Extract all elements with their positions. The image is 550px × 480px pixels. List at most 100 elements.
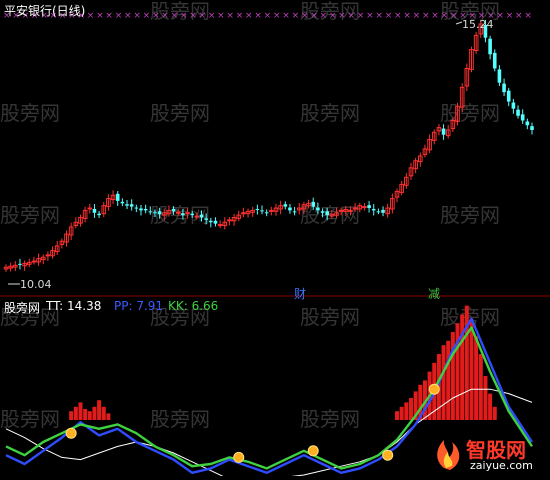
signal-x-mark: × <box>161 11 169 21</box>
candle-body-down <box>488 38 492 55</box>
watermark-text: 股旁网 <box>150 407 210 431</box>
signal-x-mark: × <box>496 11 504 21</box>
indicator-bar <box>483 376 488 420</box>
event-marker-finance: 财 <box>294 287 307 301</box>
candle-body-down <box>120 201 125 204</box>
signal-dot <box>428 383 440 395</box>
indicator-bar <box>395 411 400 420</box>
candle-body-down <box>18 263 22 265</box>
signal-x-mark: × <box>124 11 132 21</box>
candle-body-up <box>31 260 37 263</box>
signal-x-mark: × <box>320 11 328 21</box>
signal-x-mark: × <box>394 11 402 21</box>
signal-x-mark: × <box>524 11 532 21</box>
candle-body-down <box>530 126 534 130</box>
high-price-label: 15.24 <box>462 18 494 31</box>
candle-body-up <box>241 212 246 215</box>
indicator-bar <box>69 411 74 420</box>
candle-body-down <box>153 212 157 214</box>
candle-body-down <box>209 220 213 223</box>
chart-canvas: 股旁网 股旁网 股旁网股旁网 股旁网 股旁网 股旁网股旁网 股旁网 股旁网 股旁网股旁网 股旁网股… <box>0 0 550 480</box>
candle-body-up <box>194 215 200 218</box>
candle-body-down <box>511 102 516 109</box>
signal-x-mark: × <box>189 11 197 21</box>
signal-x-mark: × <box>87 11 95 21</box>
candle-body-up <box>87 207 93 210</box>
signal-dot <box>65 427 77 439</box>
candle-body-down <box>92 208 97 213</box>
candle-body-down <box>97 213 101 216</box>
candle-body-down <box>497 69 502 83</box>
candle-body-down <box>516 109 520 116</box>
candle-body-down <box>376 211 381 213</box>
candle-body-up <box>185 212 190 215</box>
candle-body-down <box>115 193 120 201</box>
candle-body-down <box>260 210 264 212</box>
indicator-bar <box>97 400 102 420</box>
candle-body-down <box>255 208 260 210</box>
signal-x-mark: × <box>199 11 207 21</box>
chart-stage: 股旁网 股旁网 股旁网 股旁网 股旁网 股旁网 股旁网 股旁网 股旁网 股旁网 股旁网 股旁网 股旁网股… <box>0 0 550 480</box>
watermark-text: 股旁网 <box>0 101 60 125</box>
signal-x-mark: × <box>338 11 346 21</box>
signal-x-mark: × <box>515 11 523 21</box>
indicator-bar <box>492 406 497 420</box>
low-price-label: 10.04 <box>20 278 52 291</box>
candle-body-down <box>492 52 497 69</box>
signal-x-mark: × <box>431 11 439 21</box>
signal-x-mark: × <box>292 11 300 21</box>
candle-body-down <box>134 207 139 209</box>
signal-x-mark: × <box>171 11 179 21</box>
candle-body-down <box>125 204 129 206</box>
indicator-bar <box>469 318 474 420</box>
candle-body-down <box>320 211 325 213</box>
indicator-bar <box>408 398 413 420</box>
candle-body-down <box>288 207 292 211</box>
candle-body-down <box>367 205 371 209</box>
indicator-bar <box>78 402 83 420</box>
signal-x-mark: × <box>217 11 225 21</box>
tt-value-label: TT: 14.38 <box>46 299 102 313</box>
indicator-bar <box>488 393 493 420</box>
signal-x-mark: × <box>226 11 234 21</box>
watermark-text: 股旁网 <box>0 203 60 227</box>
watermark-text: 股旁网 <box>300 407 360 431</box>
signal-dot <box>233 451 245 463</box>
candle-body-down <box>190 213 194 216</box>
signal-x-mark: × <box>385 11 393 21</box>
candle-body-down <box>143 208 148 211</box>
candle-body-up <box>269 209 274 212</box>
signal-x-mark: × <box>105 11 113 21</box>
candle-body-down <box>283 204 288 207</box>
indicator-bar <box>441 345 446 420</box>
signal-x-mark: × <box>366 11 374 21</box>
indicator-bar <box>404 402 409 420</box>
candle-body-down <box>199 214 204 218</box>
candle-body-down <box>171 208 176 212</box>
signal-x-mark: × <box>329 11 337 21</box>
main-chart-title: 平安银行(日线) <box>4 4 86 18</box>
signal-x-mark: × <box>413 11 421 21</box>
kk-value-label: KK: 6.66 <box>168 299 219 313</box>
candle-body-down <box>148 211 153 213</box>
signal-x-mark: × <box>143 11 151 21</box>
candle-body-down <box>316 207 320 211</box>
signal-dot <box>382 449 394 461</box>
signal-x-mark: × <box>282 11 290 21</box>
signal-x-mark: × <box>375 11 383 21</box>
candle-body-down <box>264 212 269 214</box>
candle-body-up <box>175 211 181 214</box>
event-marker-reduce: 减 <box>428 287 441 301</box>
candle-body-up <box>362 206 367 209</box>
watermark-text: 股旁网 <box>440 101 500 125</box>
indicator-bar <box>73 406 78 420</box>
signal-x-mark: × <box>96 11 104 21</box>
indicator-bar <box>399 406 404 420</box>
candle-body-down <box>204 218 208 220</box>
signal-x-mark: × <box>310 11 318 21</box>
brand-logo: 智股网 zaiyue.com <box>430 432 548 474</box>
sub-chart-title: 股旁网 <box>4 301 41 315</box>
candle-body-down <box>139 208 143 211</box>
signal-x-mark: × <box>264 11 272 21</box>
signal-x-mark: × <box>245 11 253 21</box>
